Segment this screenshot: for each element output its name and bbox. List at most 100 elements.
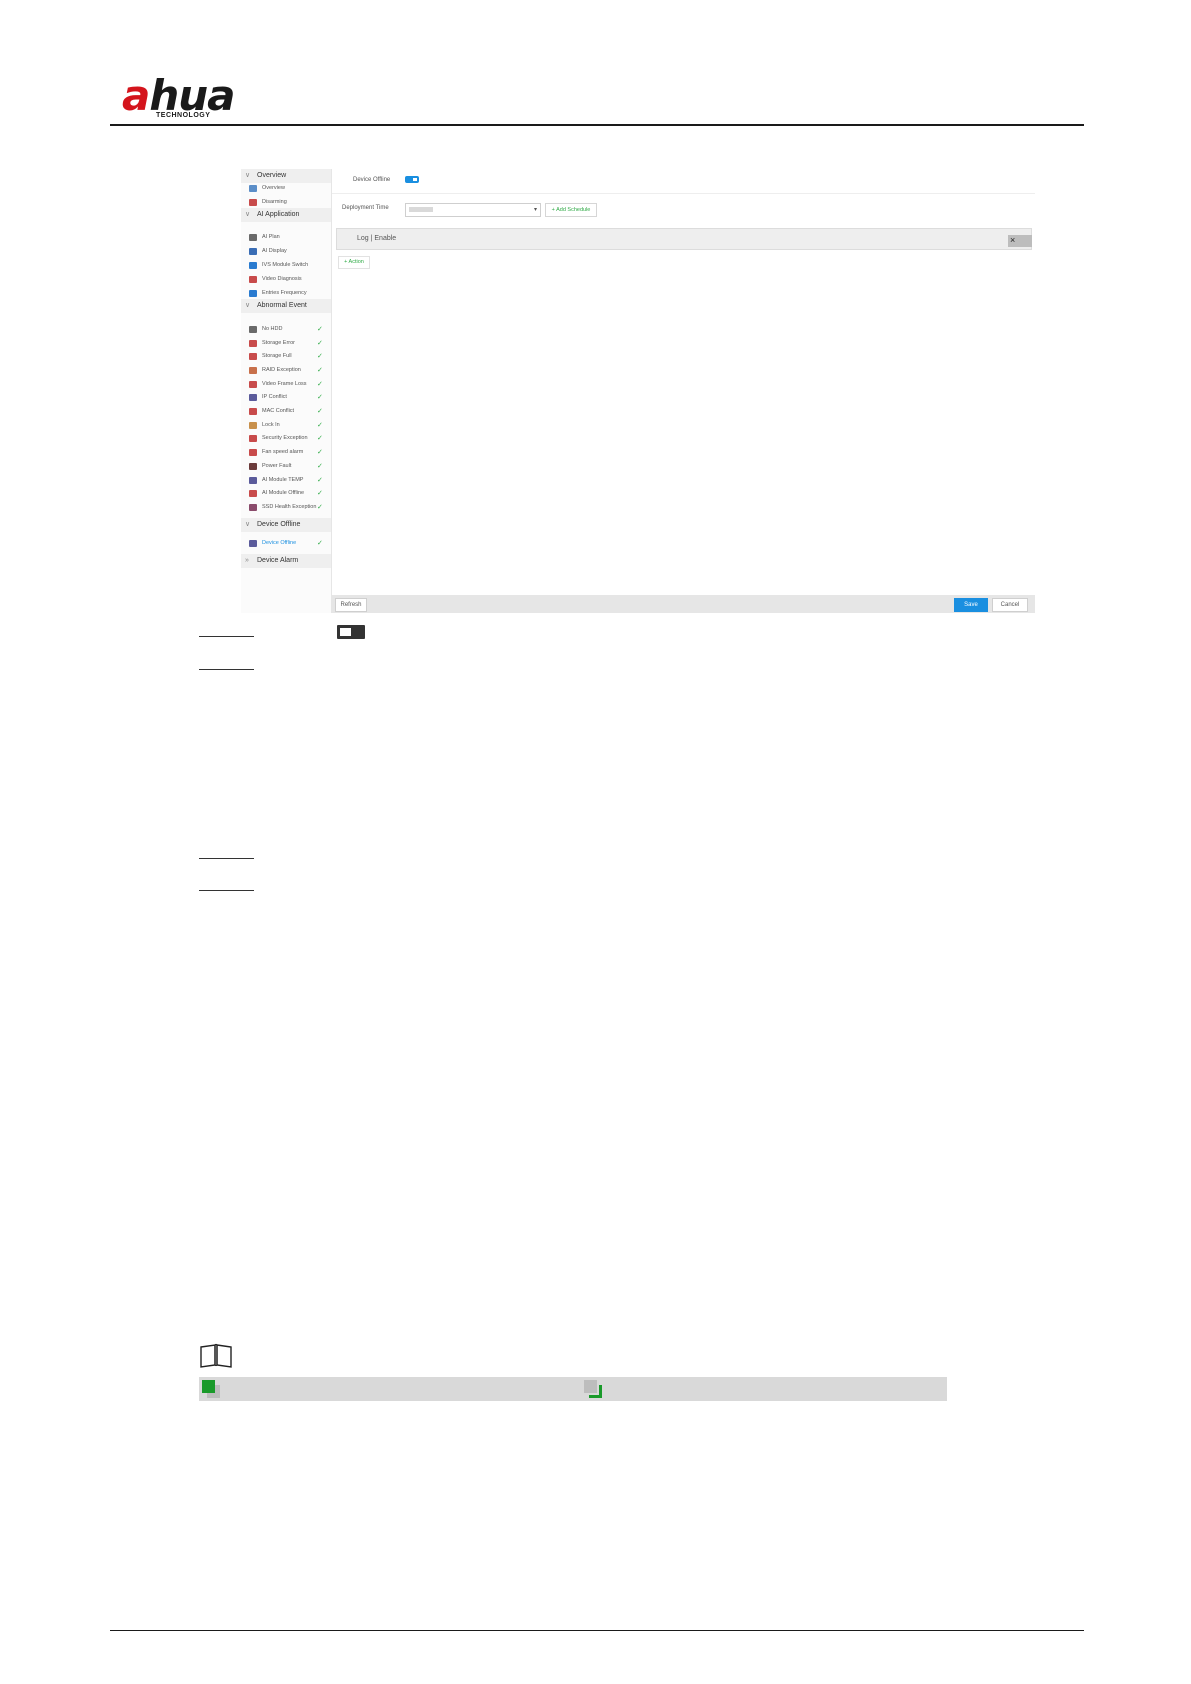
sidebar-item-icon <box>249 504 257 511</box>
sidebar-item-icon <box>249 367 257 374</box>
sidebar-item-icon <box>249 381 257 388</box>
sidebar-section[interactable]: ∨ Abnormal Event <box>241 299 331 313</box>
sidebar-item[interactable]: RAID Exception ✓ <box>241 364 331 377</box>
deployment-time-label: Deployment Time <box>342 205 389 211</box>
cancel-button[interactable]: Cancel <box>992 598 1028 612</box>
sidebar-item[interactable]: Power Fault ✓ <box>241 460 331 473</box>
event-sidebar: ∨ Overview Overview Disarming ∨ AI Applicatio… <box>241 169 332 613</box>
device-offline-screenshot: ∨ Overview Overview Disarming ∨ AI Applicatio… <box>241 169 1035 613</box>
sidebar-item[interactable]: MAC Conflict ✓ <box>241 405 331 418</box>
sidebar-item-icon <box>249 490 257 497</box>
check-icon: ✓ <box>317 367 323 374</box>
step-marker-rule <box>199 636 254 637</box>
refresh-button[interactable]: Refresh <box>335 598 367 612</box>
sidebar-item-label: Security Exception <box>262 435 308 441</box>
sidebar-item-label: IVS Module Switch <box>262 262 309 268</box>
sidebar-item-label: AI Module TEMP <box>262 477 304 483</box>
sidebar-item[interactable]: IVS Module Switch <box>241 259 331 272</box>
check-icon: ✓ <box>317 504 323 511</box>
sidebar-item-icon <box>249 276 257 283</box>
sidebar-item-icon <box>249 408 257 415</box>
sidebar-item-label: Device Offline <box>262 540 297 546</box>
sidebar-item-icon <box>249 199 257 206</box>
save-button[interactable]: Save <box>954 598 988 612</box>
step-marker-rule <box>199 890 254 891</box>
check-icon: ✓ <box>317 326 323 333</box>
sidebar-section[interactable]: » Device Alarm <box>241 554 331 568</box>
sidebar-item-icon <box>249 394 257 401</box>
sidebar-item-icon <box>249 234 257 241</box>
sidebar-item-icon <box>249 262 257 269</box>
sidebar-item-label: Video Frame Loss <box>262 381 307 387</box>
sidebar-item[interactable]: Video Diagnosis <box>241 273 331 286</box>
sidebar-item[interactable]: Device Offline ✓ <box>241 537 331 550</box>
check-icon: ✓ <box>317 422 323 429</box>
chevron-down-icon: ∨ <box>245 302 251 309</box>
add-schedule-button[interactable]: + Add Schedule <box>545 203 597 217</box>
close-icon[interactable]: × <box>1008 235 1032 247</box>
check-icon: ✓ <box>317 340 323 347</box>
header-rule <box>110 124 1084 126</box>
check-icon: ✓ <box>317 381 323 388</box>
sidebar-section[interactable]: ∨ Device Offline <box>241 518 331 532</box>
sidebar-item[interactable]: AI Plan <box>241 231 331 244</box>
sidebar-item[interactable]: Storage Full ✓ <box>241 350 331 363</box>
check-icon: ✓ <box>317 394 323 401</box>
sidebar-item[interactable]: Storage Error ✓ <box>241 337 331 350</box>
sidebar-item-icon <box>249 463 257 470</box>
sidebar-item-icon <box>249 248 257 255</box>
step-marker-rule <box>199 858 254 859</box>
log-enable-label: Log | Enable <box>357 235 397 242</box>
sidebar-item-label: IP Conflict <box>262 394 287 400</box>
sidebar-section-title: Device Alarm <box>257 557 299 564</box>
sidebar-item[interactable]: Video Frame Loss ✓ <box>241 378 331 391</box>
sidebar-item[interactable]: Security Exception ✓ <box>241 432 331 445</box>
sidebar-item[interactable]: AI Module TEMP ✓ <box>241 474 331 487</box>
copy-icon-right <box>583 1379 603 1399</box>
divider <box>332 193 1035 194</box>
note-book-icon <box>199 1343 233 1369</box>
copy-icon-left <box>201 1379 221 1399</box>
check-icon: ✓ <box>317 449 323 456</box>
sidebar-item-icon <box>249 449 257 456</box>
sidebar-section-title: Overview <box>257 172 287 179</box>
sidebar-item-label: RAID Exception <box>262 367 301 373</box>
check-icon: ✓ <box>317 490 323 497</box>
sidebar-item-label: MAC Conflict <box>262 408 295 414</box>
sidebar-section-title: Abnormal Event <box>257 302 307 309</box>
sidebar-section[interactable]: ∨ Overview <box>241 169 331 183</box>
check-icon: ✓ <box>317 408 323 415</box>
sidebar-item[interactable]: Overview <box>241 182 331 195</box>
sidebar-item[interactable]: IP Conflict ✓ <box>241 391 331 404</box>
sidebar-item[interactable]: No HDD ✓ <box>241 323 331 336</box>
chevron-down-icon: ▾ <box>533 207 537 213</box>
dahua-logo: ahua TECHNOLOGY <box>122 72 262 122</box>
sidebar-item[interactable]: Fan speed alarm ✓ <box>241 446 331 459</box>
sidebar-item-icon <box>249 326 257 333</box>
sidebar-item-label: Fan speed alarm <box>262 449 304 455</box>
sidebar-item[interactable]: SSD Health Exception ✓ <box>241 501 331 514</box>
sidebar-item[interactable]: Lock In ✓ <box>241 419 331 432</box>
deployment-time-value <box>409 207 433 212</box>
sidebar-item[interactable]: AI Display <box>241 245 331 258</box>
toggle-off-icon <box>337 625 365 639</box>
deployment-time-select[interactable]: ▾ <box>405 203 541 217</box>
sidebar-item-icon <box>249 290 257 297</box>
sidebar-item-label: Storage Full <box>262 353 292 359</box>
chevron-down-icon: ∨ <box>245 211 251 218</box>
log-action-row: Log | Enable <box>336 228 1032 250</box>
device-offline-panel: Device Offline Deployment Time ▾ + Add S… <box>332 169 1035 613</box>
chevron-down-icon: ∨ <box>245 172 251 179</box>
sidebar-item-label: AI Display <box>262 248 287 254</box>
panel-footer: Refresh Save Cancel <box>332 595 1035 613</box>
sidebar-item[interactable]: AI Module Offline ✓ <box>241 487 331 500</box>
check-icon: ✓ <box>317 435 323 442</box>
device-offline-toggle[interactable] <box>405 176 419 183</box>
chevron-right-icon: » <box>245 557 249 564</box>
sidebar-item-label: No HDD <box>262 326 283 332</box>
sidebar-item-icon <box>249 340 257 347</box>
add-action-button[interactable]: + Action <box>338 256 370 269</box>
sidebar-section[interactable]: ∨ AI Application <box>241 208 331 222</box>
sidebar-item-icon <box>249 435 257 442</box>
sidebar-item-icon <box>249 353 257 360</box>
